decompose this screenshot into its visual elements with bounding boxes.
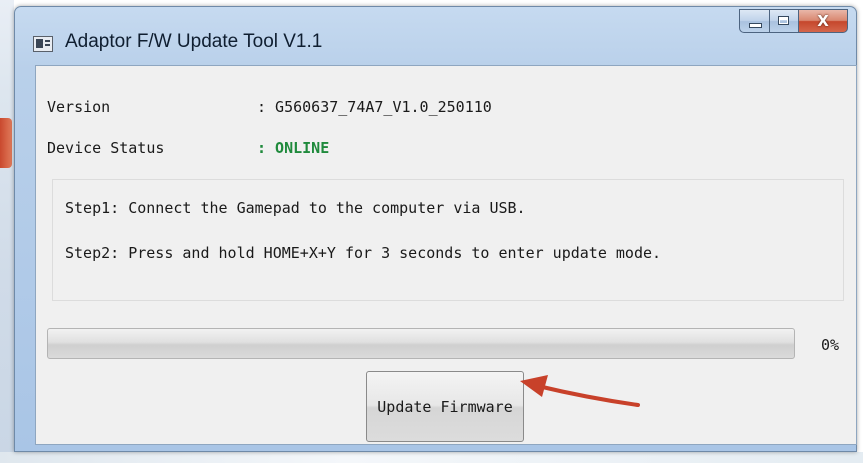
desktop-background-left: [0, 0, 14, 463]
close-icon: X: [817, 12, 829, 30]
update-firmware-button[interactable]: Update Firmware: [366, 371, 524, 442]
version-label: Version: [47, 98, 111, 116]
minimize-icon: [749, 23, 762, 28]
app-icon[interactable]: [33, 36, 53, 52]
step-2-text: Step2: Press and hold HOME+X+Y for 3 sec…: [65, 244, 662, 262]
device-status-label: Device Status: [47, 139, 165, 157]
desktop-red-shape: [0, 118, 12, 168]
maximize-icon: [778, 16, 789, 25]
maximize-button[interactable]: [769, 9, 798, 33]
close-button[interactable]: X: [798, 9, 848, 33]
app-window: Adaptor F/W Update Tool V1.1 X Version :…: [14, 6, 857, 452]
device-status-value: : ONLINE: [257, 139, 330, 157]
update-firmware-label: Update Firmware: [377, 397, 513, 416]
red-arrow-icon: [520, 375, 640, 407]
step-1-text: Step1: Connect the Gamepad to the comput…: [65, 199, 526, 217]
title-bar[interactable]: Adaptor F/W Update Tool V1.1 X: [15, 7, 856, 67]
window-title: Adaptor F/W Update Tool V1.1: [65, 31, 323, 52]
caption-buttons: X: [739, 9, 848, 35]
client-area: Version : G560637_74A7_V1.0_250110 Devic…: [35, 65, 857, 445]
minimize-button[interactable]: [739, 9, 769, 33]
version-value: : G560637_74A7_V1.0_250110: [257, 98, 492, 116]
instructions-panel: Step1: Connect the Gamepad to the comput…: [52, 179, 844, 301]
progress-percent: 0%: [821, 336, 840, 354]
desktop-background-bottom: [0, 452, 863, 463]
progress-bar: [47, 328, 795, 359]
